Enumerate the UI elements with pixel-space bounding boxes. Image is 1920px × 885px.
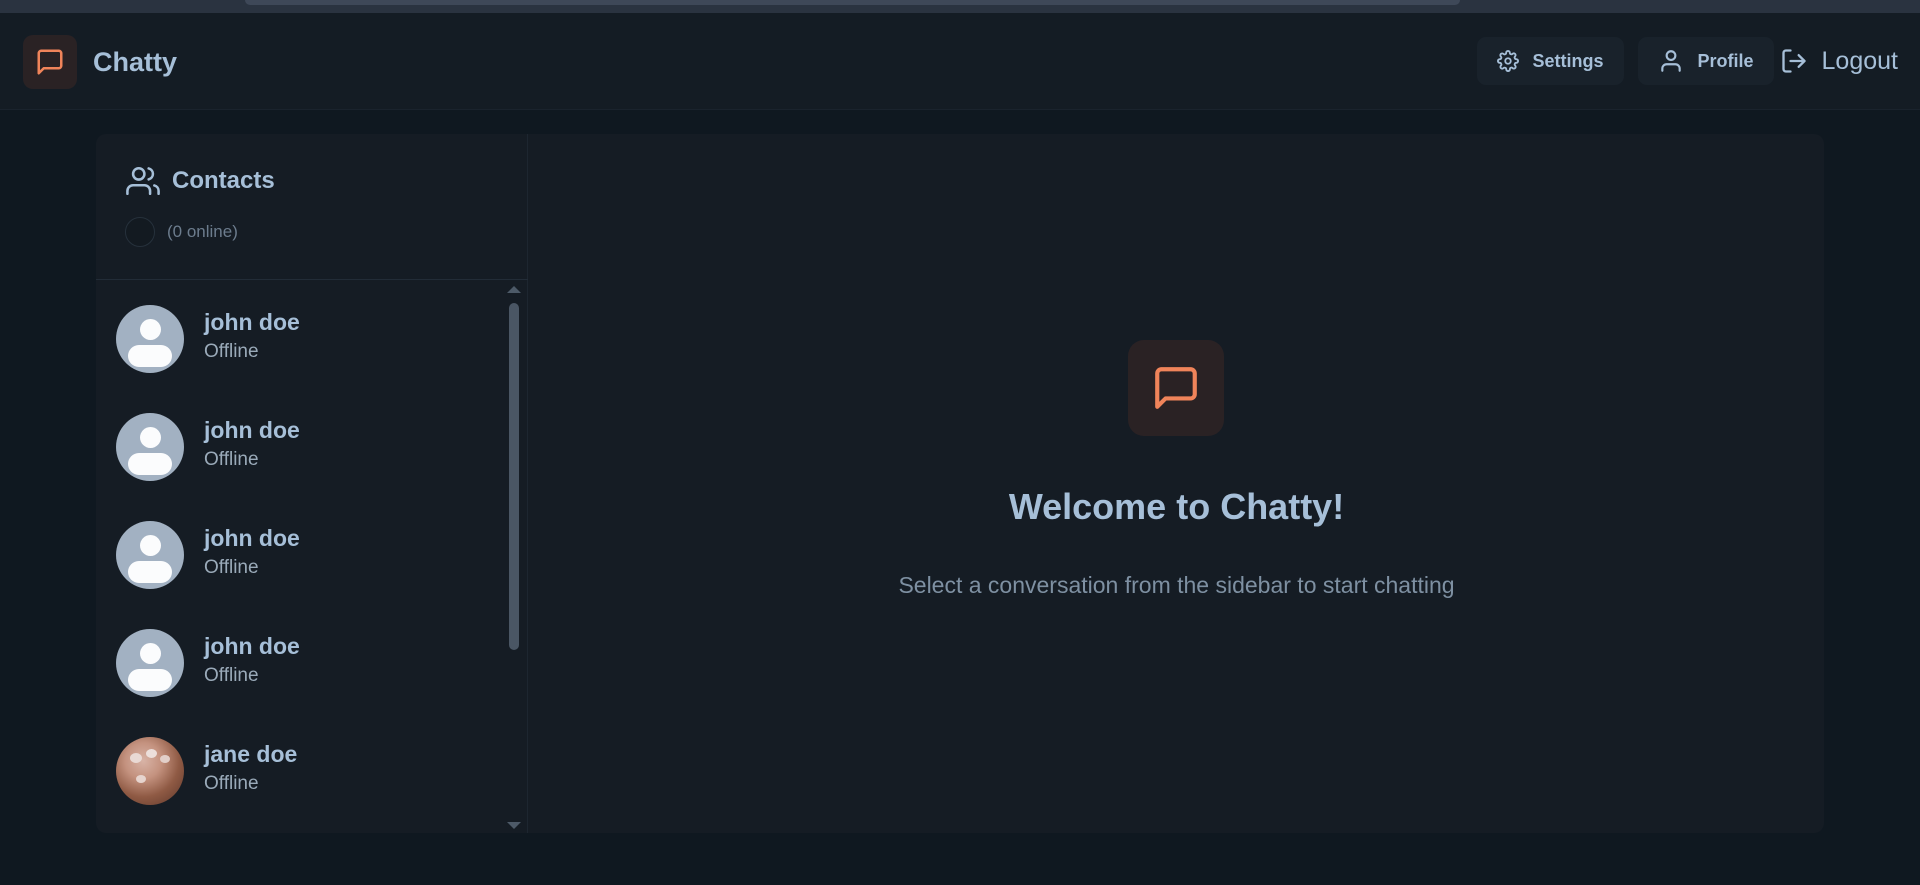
default-avatar — [116, 305, 184, 373]
brand[interactable]: Chatty — [23, 35, 177, 89]
contact-name: jane doe — [204, 741, 298, 767]
contact-status: Offline — [204, 341, 259, 362]
message-square-icon — [1128, 340, 1224, 436]
browser-top-strip — [0, 0, 1920, 13]
logout-icon — [1781, 49, 1806, 73]
online-filter: (0 online) — [125, 217, 238, 247]
contacts-title: Contacts — [126, 164, 275, 198]
contact-status: Offline — [204, 449, 259, 470]
contacts-sidebar: Contacts (0 online) john doe Offline joh… — [96, 134, 528, 833]
contact-status: Offline — [204, 665, 259, 686]
app-header: Chatty Settings Profile Logout — [0, 13, 1920, 110]
welcome-title: Welcome to Chatty! — [1008, 486, 1345, 527]
profile-button[interactable]: Profile — [1637, 37, 1774, 85]
gear-icon — [1496, 50, 1519, 72]
default-avatar — [116, 413, 184, 481]
contact-status: Offline — [204, 557, 259, 578]
online-only-checkbox[interactable] — [125, 217, 155, 247]
online-count: (0 online) — [167, 222, 238, 241]
message-square-icon — [23, 35, 77, 89]
default-avatar — [116, 521, 184, 589]
scroll-up-arrow[interactable] — [507, 286, 521, 293]
sidebar-header: Contacts (0 online) — [96, 134, 528, 280]
contact-name: john doe — [204, 309, 300, 335]
contact-item[interactable]: jane doe Offline — [96, 717, 506, 825]
chat-container: Contacts (0 online) john doe Offline joh… — [96, 134, 1824, 833]
contact-name: john doe — [204, 633, 300, 659]
user-icon — [1660, 50, 1681, 72]
settings-label: Settings — [1532, 50, 1604, 71]
profile-label: Profile — [1697, 50, 1754, 71]
contact-list[interactable]: john doe Offline john doe Offline john d… — [96, 281, 528, 833]
logout-button[interactable]: Logout — [1774, 37, 1898, 85]
contact-item[interactable]: john doe Offline — [96, 609, 506, 717]
contact-status: Offline — [204, 773, 259, 794]
browser-address-pill — [245, 0, 1460, 5]
brand-name: Chatty — [93, 46, 178, 77]
welcome-subtitle: Select a conversation from the sidebar t… — [898, 572, 1455, 598]
scroll-down-arrow[interactable] — [507, 822, 521, 829]
contacts-title-label: Contacts — [172, 167, 275, 194]
scrollbar-thumb[interactable] — [509, 303, 519, 650]
contact-item[interactable]: john doe Offline — [96, 501, 506, 609]
contact-name: john doe — [204, 525, 300, 551]
contact-name: john doe — [204, 417, 300, 443]
photo-avatar — [116, 737, 184, 805]
default-avatar — [116, 629, 184, 697]
header-nav: Settings Profile Logout — [1463, 37, 1898, 85]
welcome-panel: Welcome to Chatty! Select a conversation… — [529, 134, 1824, 833]
contact-item[interactable]: john doe Offline — [96, 393, 506, 501]
users-icon — [126, 166, 160, 196]
contact-item[interactable]: john doe Offline — [96, 285, 506, 393]
settings-button[interactable]: Settings — [1476, 37, 1624, 85]
logout-label: Logout — [1821, 46, 1898, 75]
